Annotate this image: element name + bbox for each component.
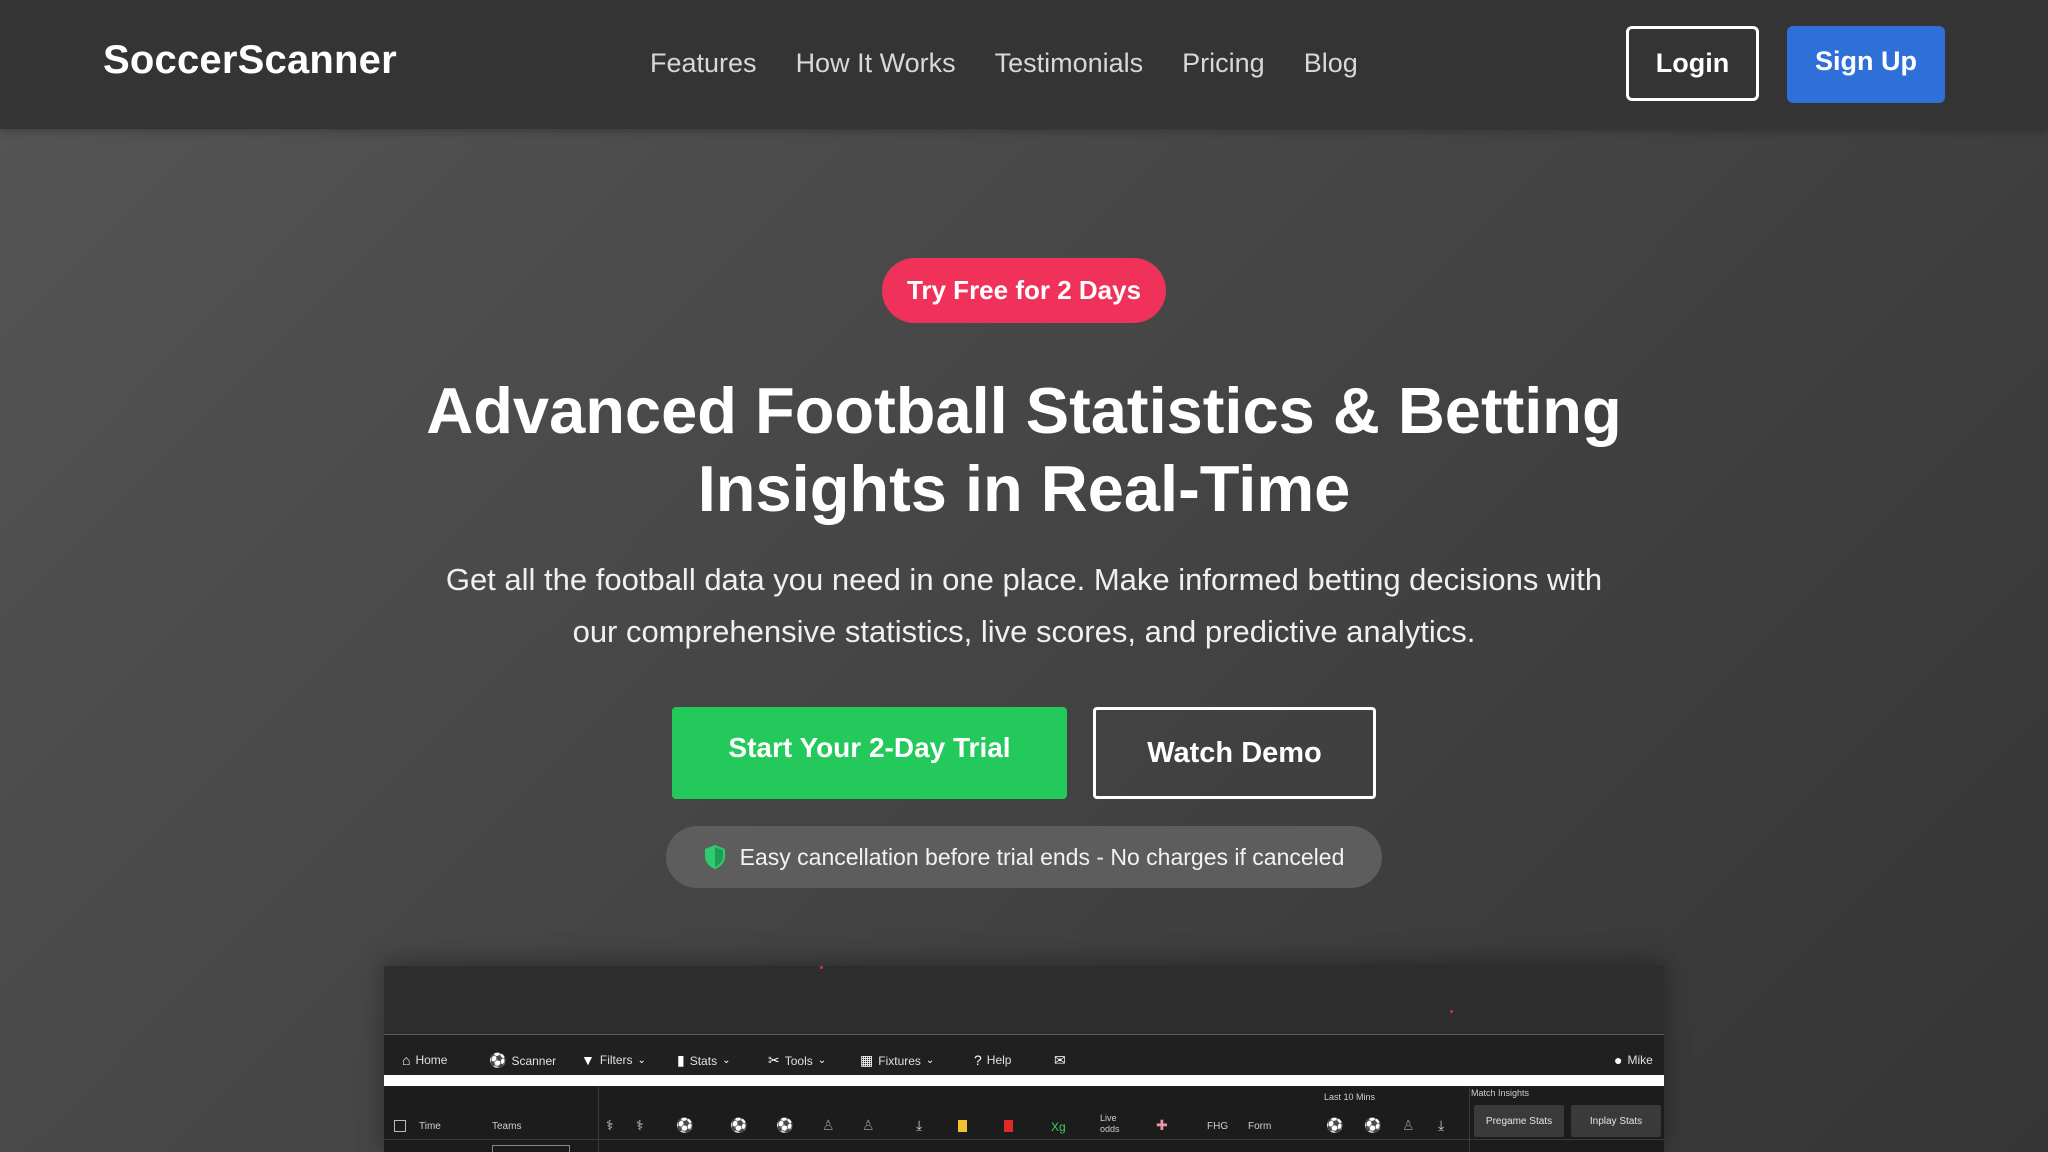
col-last-10-mins: Last 10 Mins xyxy=(1324,1092,1376,1102)
app-menu-home[interactable]: ⌂ Home xyxy=(402,1052,447,1068)
chevron-down-icon: ⌄ xyxy=(637,1054,646,1066)
app-menu-fixtures[interactable]: ▦ Fixtures ⌄ xyxy=(860,1052,939,1069)
nav-link-features[interactable]: Features xyxy=(650,48,757,79)
app-menu-user-label: Mike xyxy=(1627,1053,1653,1067)
corner-icon: ⤓ xyxy=(916,1117,923,1133)
calendar-icon: ▦ xyxy=(860,1052,874,1068)
login-button[interactable]: Login xyxy=(1626,26,1759,101)
help-icon: ? xyxy=(974,1052,982,1068)
col-live-odds: Live odds xyxy=(1100,1113,1120,1135)
pregame-stats-button[interactable]: Pregame Stats xyxy=(1474,1105,1564,1137)
shot-icon: ⚽ xyxy=(1326,1117,1344,1133)
column-divider xyxy=(598,1087,599,1152)
app-preview-header xyxy=(384,966,1664,1035)
substitution-icon: ⚕ xyxy=(606,1117,614,1133)
red-card-icon xyxy=(1004,1120,1013,1132)
chevron-down-icon: ⌄ xyxy=(925,1055,935,1066)
col-teams: Teams xyxy=(492,1121,522,1132)
bandage-icon: ✚ xyxy=(1156,1117,1168,1133)
col-live-odds-line2: odds xyxy=(1100,1124,1120,1134)
goal-ball-icon: ⚽ xyxy=(676,1117,694,1133)
app-preview-screenshot: ⌂ Home ⚽ Scanner ▼ Filters ⌄ ▮ Stats ⌄ ✂ Tools ⌄… xyxy=(384,966,1664,1152)
teams-search-input[interactable] xyxy=(492,1145,570,1152)
app-menu-scanner-label: Scanner xyxy=(511,1053,557,1068)
brand-logo[interactable]: SoccerScanner xyxy=(103,38,397,83)
cancellation-note: Easy cancellation before trial ends - No… xyxy=(666,826,1382,888)
shot-icon: ⚽ xyxy=(730,1117,748,1133)
filter-icon: ▼ xyxy=(581,1052,595,1068)
start-trial-button[interactable]: Start Your 2-Day Trial xyxy=(672,707,1067,799)
substitution-icon: ⚕ xyxy=(636,1117,644,1133)
corner-icon: ⤓ xyxy=(1438,1117,1445,1133)
nav-link-how-it-works[interactable]: How It Works xyxy=(796,48,956,79)
player-icon: ♙ xyxy=(1402,1117,1415,1133)
free-trial-badge[interactable]: Try Free for 2 Days xyxy=(882,258,1166,323)
nav-link-blog[interactable]: Blog xyxy=(1304,48,1358,79)
match-insights-label: Match Insights xyxy=(1471,1088,1530,1098)
app-menu-tools-label: Tools xyxy=(784,1053,813,1068)
app-menu-help[interactable]: ? Help xyxy=(974,1052,1011,1068)
app-menu-user[interactable]: ● Mike xyxy=(1614,1052,1653,1068)
home-icon: ⌂ xyxy=(402,1052,411,1068)
ball-icon: ⚽ xyxy=(1364,1117,1382,1133)
app-menu-filters-label: Filters xyxy=(599,1053,633,1067)
app-menu-stats-label: Stats xyxy=(689,1053,718,1068)
player-icon: ♙ xyxy=(862,1117,875,1133)
watch-demo-button[interactable]: Watch Demo xyxy=(1093,707,1376,799)
bar-chart-icon: ▮ xyxy=(677,1052,685,1068)
chevron-down-icon: ⌄ xyxy=(817,1055,827,1066)
app-menu-mail[interactable]: ✉ xyxy=(1054,1052,1071,1069)
app-menu-stats[interactable]: ▮ Stats ⌄ xyxy=(677,1052,735,1069)
nav-links: Features How It Works Testimonials Prici… xyxy=(650,48,1397,79)
table-row-divider xyxy=(384,1139,1664,1140)
col-form: Form xyxy=(1248,1121,1272,1132)
hero-headline: Advanced Football Statistics & Betting I… xyxy=(200,372,1848,528)
col-fhg: FHG xyxy=(1207,1121,1229,1132)
player-icon: ♙ xyxy=(822,1117,835,1133)
select-all-checkbox[interactable] xyxy=(394,1120,406,1132)
app-preview-table: Time Teams ⚕ ⚕ ⚽ ⚽ ⚽ ♙ ♙ ⤓ Xg Live odds ✚… xyxy=(384,1087,1664,1152)
col-live-odds-line1: Live xyxy=(1100,1113,1117,1123)
inplay-stats-button[interactable]: Inplay Stats xyxy=(1571,1105,1661,1137)
chevron-down-icon: ⌄ xyxy=(722,1055,731,1066)
hero-headline-line2: Insights in Real-Time xyxy=(697,452,1351,525)
nav-link-testimonials[interactable]: Testimonials xyxy=(995,48,1144,79)
soccer-ball-icon: ⚽ xyxy=(489,1052,507,1068)
signup-button[interactable]: Sign Up xyxy=(1787,26,1945,103)
app-menu-help-label: Help xyxy=(986,1053,1012,1067)
shield-icon xyxy=(704,845,725,869)
red-dot xyxy=(820,966,823,969)
hero-subtext: Get all the football data you need in on… xyxy=(300,554,1748,658)
tools-icon: ✂ xyxy=(768,1052,780,1068)
app-menu-filters[interactable]: ▼ Filters ⌄ xyxy=(581,1052,651,1068)
col-time: Time xyxy=(419,1121,441,1132)
app-menu-fixtures-label: Fixtures xyxy=(878,1053,921,1068)
hero-subtext-line1: Get all the football data you need in on… xyxy=(445,562,1603,597)
col-xg-label: Xg xyxy=(1051,1120,1066,1134)
app-preview-divider xyxy=(384,1075,1664,1086)
ball-icon: ⚽ xyxy=(776,1117,794,1133)
user-icon: ● xyxy=(1614,1052,1623,1068)
app-menu-home-label: Home xyxy=(415,1053,448,1067)
top-navbar: SoccerScanner Features How It Works Test… xyxy=(0,0,2048,129)
nav-link-pricing[interactable]: Pricing xyxy=(1182,48,1265,79)
col-xg: Xg xyxy=(1051,1120,1066,1134)
red-dot xyxy=(1450,1010,1453,1013)
app-menu-tools[interactable]: ✂ Tools ⌄ xyxy=(768,1052,831,1069)
yellow-card-icon xyxy=(958,1120,967,1132)
mail-icon: ✉ xyxy=(1054,1052,1066,1068)
cancellation-note-text: Easy cancellation before trial ends - No… xyxy=(739,843,1345,870)
app-menu-scanner[interactable]: ⚽ Scanner xyxy=(489,1052,556,1069)
column-divider xyxy=(1469,1087,1470,1152)
hero-subtext-line2: our comprehensive statistics, live score… xyxy=(572,614,1476,649)
hero-headline-line1: Advanced Football Statistics & Betting xyxy=(426,374,1622,447)
